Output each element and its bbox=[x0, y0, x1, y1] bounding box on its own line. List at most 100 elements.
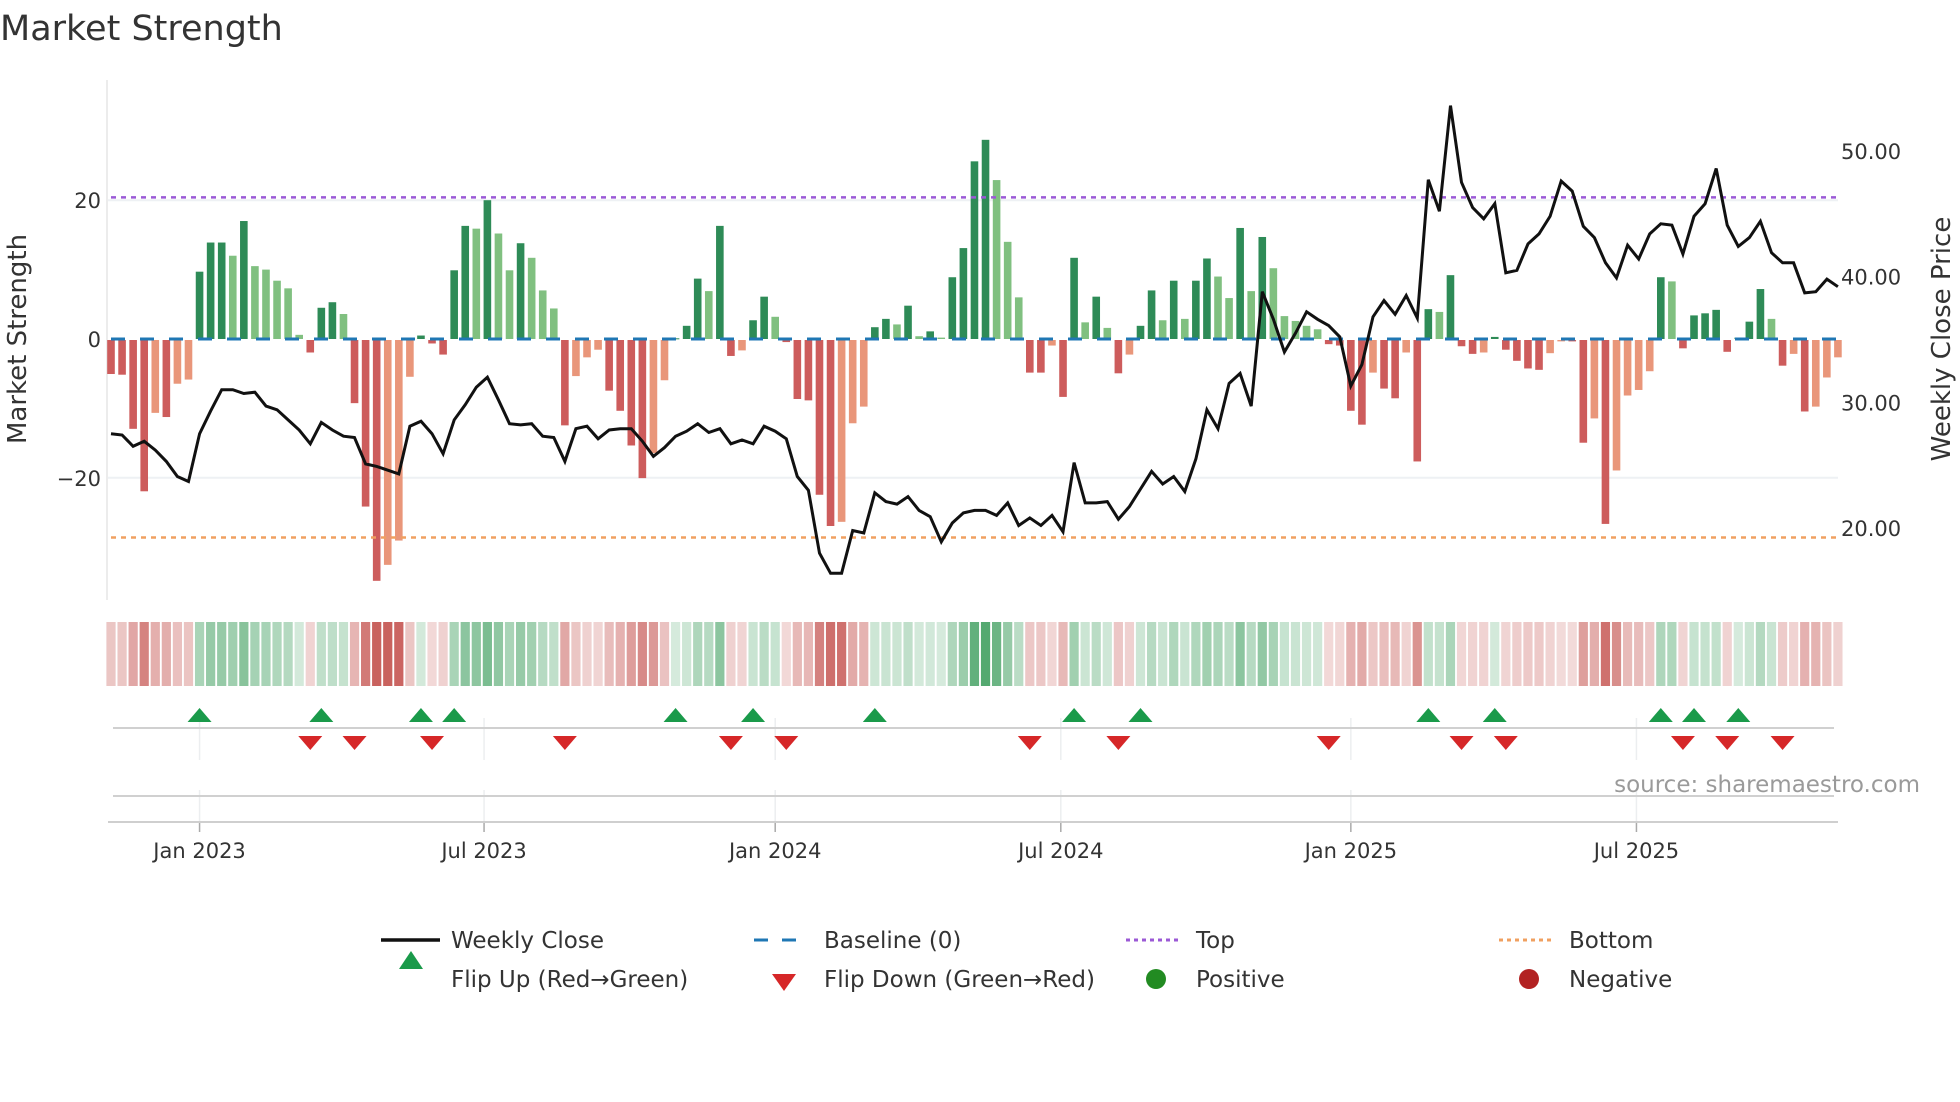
strength-heat-cell bbox=[1135, 622, 1146, 686]
strength-bar bbox=[815, 340, 824, 495]
strength-heat-cell bbox=[1722, 622, 1732, 686]
strength-bar bbox=[1811, 340, 1820, 407]
strength-heat-cell bbox=[1512, 622, 1522, 686]
strength-bar bbox=[428, 340, 436, 344]
strength-heat-cell bbox=[814, 622, 825, 686]
strength-heat-cell bbox=[1589, 622, 1599, 686]
y2-tick-label: 20.00 bbox=[1841, 517, 1901, 541]
flip-up-marker bbox=[309, 708, 334, 722]
strength-bar bbox=[1513, 340, 1521, 361]
flip-up-marker bbox=[1482, 708, 1507, 722]
strength-heat-cell bbox=[648, 622, 659, 686]
strength-bar bbox=[1612, 340, 1621, 471]
strength-heat-cell bbox=[1390, 622, 1400, 686]
strength-bar bbox=[1435, 311, 1444, 339]
strength-heat-cell bbox=[693, 622, 703, 686]
strength-bar bbox=[361, 340, 370, 507]
strength-bar bbox=[583, 340, 591, 358]
strength-bar bbox=[1037, 340, 1045, 373]
strength-bar bbox=[1180, 318, 1189, 339]
flip-up-marker bbox=[1682, 708, 1707, 722]
flip-down-marker bbox=[1106, 736, 1131, 750]
strength-bar bbox=[472, 228, 481, 339]
strength-bar bbox=[1192, 280, 1200, 339]
strength-heat-cell bbox=[737, 622, 747, 686]
strength-bar bbox=[793, 340, 802, 399]
flip-down-marker bbox=[552, 736, 577, 750]
strength-heat-cell bbox=[1047, 622, 1057, 686]
strength-bar bbox=[1302, 325, 1311, 339]
strength-heat-cell bbox=[206, 622, 216, 686]
strength-heat-cell bbox=[1180, 622, 1190, 686]
strength-heat-cell bbox=[438, 622, 448, 686]
strength-bar bbox=[771, 316, 779, 339]
legend-negative-label: Negative bbox=[1569, 967, 1672, 993]
strength-bar bbox=[605, 340, 613, 391]
strength-heat-cell bbox=[427, 622, 437, 686]
y-tick-label: 0 bbox=[88, 328, 101, 352]
strength-heat-cell bbox=[1567, 622, 1577, 686]
strength-heat-cell bbox=[1158, 622, 1168, 686]
legend-flip-down-icon bbox=[772, 974, 796, 991]
strength-heat-cell bbox=[527, 622, 537, 686]
strength-heat-cell bbox=[471, 622, 481, 686]
strength-heat-cell bbox=[1235, 622, 1245, 686]
strength-bar bbox=[1468, 340, 1477, 354]
strength-heat-cell bbox=[1301, 622, 1312, 686]
strength-bar bbox=[1324, 340, 1333, 345]
strength-bar bbox=[538, 290, 547, 339]
flip-up-marker bbox=[408, 708, 433, 722]
legend-flip-down-label: Flip Down (Green→Red) bbox=[824, 967, 1095, 993]
flip-down-marker bbox=[1017, 736, 1042, 750]
strength-heat-cell bbox=[1324, 622, 1334, 686]
strength-bar bbox=[1634, 340, 1643, 390]
strength-heat-cell bbox=[1645, 622, 1655, 686]
strength-bar bbox=[1070, 257, 1078, 339]
strength-heat-cell bbox=[449, 622, 459, 686]
strength-bar bbox=[1313, 329, 1322, 339]
strength-bar bbox=[859, 340, 868, 407]
strength-heat-cell bbox=[1401, 622, 1411, 686]
strength-heat-cell bbox=[1191, 622, 1201, 686]
strength-heat-cell bbox=[338, 622, 349, 686]
strength-bar bbox=[1446, 275, 1455, 339]
strength-bar bbox=[1169, 280, 1178, 339]
strength-bar bbox=[848, 340, 857, 424]
strength-bar bbox=[760, 296, 768, 339]
flip-up-marker bbox=[862, 708, 887, 722]
strength-bar bbox=[1712, 309, 1720, 339]
strength-heat-cell bbox=[1479, 622, 1489, 686]
strength-heat-cell bbox=[1789, 622, 1799, 686]
strength-bar bbox=[1756, 289, 1765, 339]
strength-bar bbox=[1745, 321, 1754, 339]
strength-heat-cell bbox=[1656, 622, 1666, 686]
strength-heat-cell bbox=[150, 622, 160, 686]
strength-heat-cell bbox=[1468, 622, 1478, 686]
strength-bar bbox=[151, 340, 160, 413]
strength-bar bbox=[461, 225, 470, 339]
strength-bar bbox=[550, 308, 558, 339]
strength-bar bbox=[1767, 318, 1776, 339]
legend-flip-up-label: Flip Up (Red→Green) bbox=[451, 967, 688, 993]
flip-up-marker bbox=[741, 708, 766, 722]
strength-bar bbox=[1003, 241, 1012, 339]
legend-positive-label: Positive bbox=[1196, 967, 1285, 993]
strength-bar bbox=[317, 307, 326, 339]
legend-negative-icon bbox=[1519, 969, 1539, 989]
strength-heat-cell bbox=[1766, 622, 1777, 686]
strength-bar bbox=[140, 340, 149, 492]
strength-heat-cell bbox=[1534, 622, 1544, 686]
strength-heat-cell bbox=[1434, 622, 1444, 686]
strength-heat-cell bbox=[1678, 622, 1688, 686]
strength-heat-cell bbox=[194, 622, 205, 686]
strength-heat-cell bbox=[239, 622, 249, 686]
strength-bar bbox=[1247, 291, 1256, 339]
strength-heat-cell bbox=[117, 622, 127, 686]
strength-bar bbox=[1136, 325, 1145, 339]
strength-bar bbox=[129, 340, 137, 429]
strength-bar bbox=[804, 340, 813, 401]
strength-heat-cell bbox=[1091, 622, 1101, 686]
strength-heat-cell bbox=[1069, 622, 1079, 686]
strength-bar bbox=[1668, 281, 1676, 339]
strength-heat-cell bbox=[969, 622, 980, 686]
